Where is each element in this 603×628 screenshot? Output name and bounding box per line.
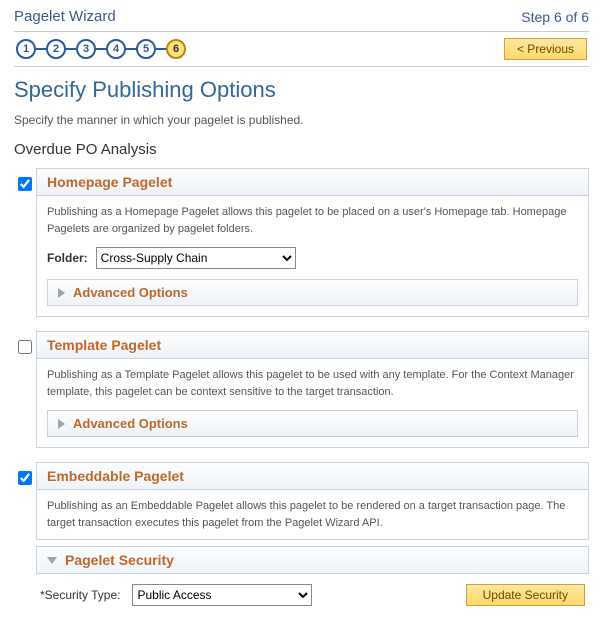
step-2[interactable]: 2 xyxy=(46,39,66,59)
embeddable-pagelet-header: Embeddable Pagelet xyxy=(36,462,589,490)
step-1[interactable]: 1 xyxy=(16,39,36,59)
homepage-pagelet-checkbox[interactable] xyxy=(18,177,32,191)
embeddable-pagelet-desc: Publishing as an Embeddable Pagelet allo… xyxy=(47,498,578,531)
step-connector xyxy=(126,48,136,50)
homepage-pagelet-header: Homepage Pagelet xyxy=(36,168,589,196)
pagelet-security-section: Pagelet Security *Security Type: Public … xyxy=(36,546,589,608)
step-4[interactable]: 4 xyxy=(106,39,126,59)
security-type-label: *Security Type: xyxy=(40,588,120,602)
template-advanced-label: Advanced Options xyxy=(73,416,188,431)
chevron-down-icon xyxy=(47,557,57,564)
wizard-title: Pagelet Wizard xyxy=(14,8,116,25)
template-pagelet-section: Template Pagelet Publishing as a Templat… xyxy=(14,331,589,448)
step-connector xyxy=(66,48,76,50)
step-connector xyxy=(96,48,106,50)
step-5[interactable]: 5 xyxy=(136,39,156,59)
security-type-select[interactable]: Public Access xyxy=(132,584,312,606)
chevron-right-icon xyxy=(58,419,65,429)
homepage-pagelet-section: Homepage Pagelet Publishing as a Homepag… xyxy=(14,168,589,317)
homepage-advanced-label: Advanced Options xyxy=(73,285,188,300)
template-pagelet-header: Template Pagelet xyxy=(36,331,589,359)
previous-button[interactable]: < Previous xyxy=(504,38,587,60)
step-3[interactable]: 3 xyxy=(76,39,96,59)
page-description: Specify the manner in which your pagelet… xyxy=(14,113,589,127)
template-pagelet-checkbox[interactable] xyxy=(18,340,32,354)
step-connector xyxy=(36,48,46,50)
template-pagelet-desc: Publishing as a Template Pagelet allows … xyxy=(47,367,578,400)
pagelet-security-toggle[interactable]: Pagelet Security xyxy=(36,546,589,574)
homepage-advanced-toggle[interactable]: Advanced Options xyxy=(47,279,578,306)
update-security-button[interactable]: Update Security xyxy=(466,584,585,606)
pagelet-security-title: Pagelet Security xyxy=(65,552,174,568)
embeddable-pagelet-section: Embeddable Pagelet Publishing as an Embe… xyxy=(14,462,589,540)
homepage-pagelet-desc: Publishing as a Homepage Pagelet allows … xyxy=(47,204,578,237)
chevron-right-icon xyxy=(58,288,65,298)
page-title: Specify Publishing Options xyxy=(14,77,589,103)
steps-nav: 123456 xyxy=(16,39,186,59)
embeddable-pagelet-checkbox[interactable] xyxy=(18,471,32,485)
step-connector xyxy=(156,48,166,50)
template-advanced-toggle[interactable]: Advanced Options xyxy=(47,410,578,437)
step-6: 6 xyxy=(166,39,186,59)
step-indicator: Step 6 of 6 xyxy=(521,9,589,25)
pagelet-name-heading: Overdue PO Analysis xyxy=(14,141,589,158)
folder-select[interactable]: Cross-Supply Chain xyxy=(96,247,296,269)
folder-label: Folder: xyxy=(47,251,88,265)
